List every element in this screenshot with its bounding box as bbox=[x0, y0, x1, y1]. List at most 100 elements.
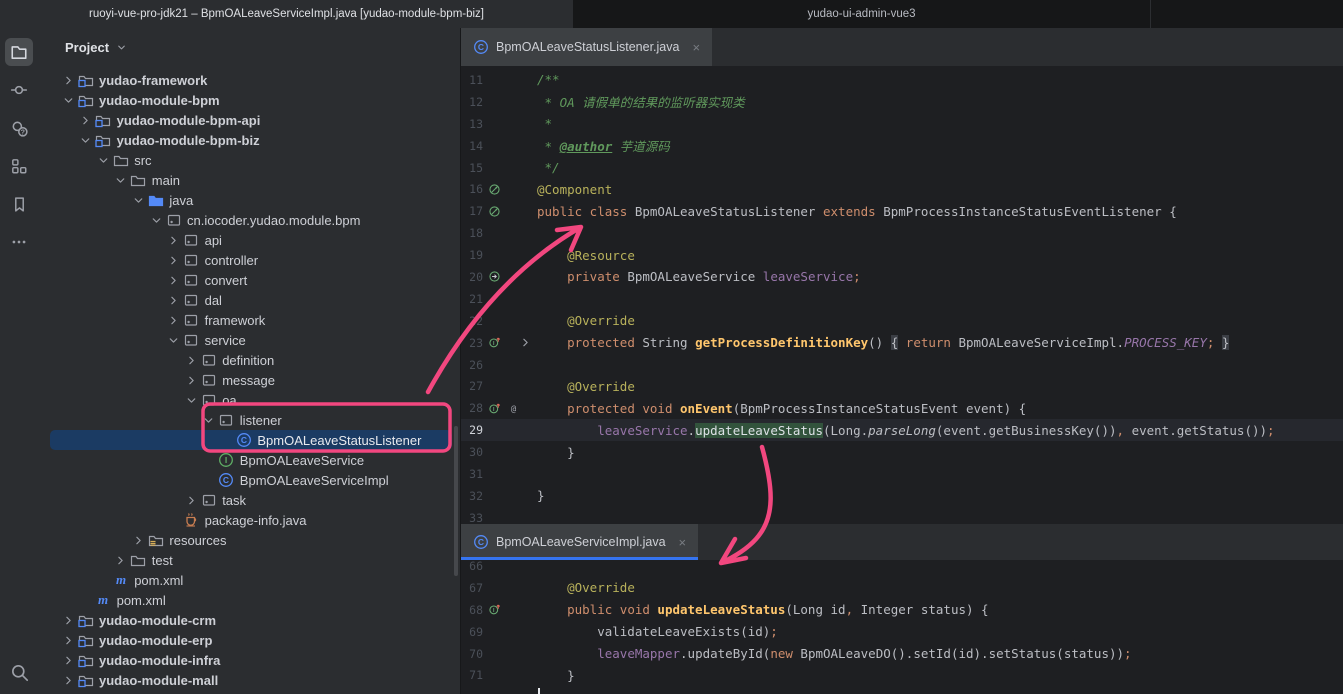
chevron-down-icon[interactable] bbox=[94, 154, 112, 167]
code-line-33: 33 bbox=[461, 507, 1343, 524]
tree-item-label: main bbox=[152, 173, 180, 188]
close-icon[interactable]: × bbox=[679, 535, 687, 550]
tree-item-message[interactable]: message bbox=[38, 370, 460, 390]
tree-item-pom.xml[interactable]: mpom.xml bbox=[38, 570, 460, 590]
chevron-right-icon[interactable] bbox=[59, 614, 77, 627]
chevron-right-icon[interactable] bbox=[182, 374, 200, 387]
code-line-13: 13 * bbox=[461, 113, 1343, 135]
tree-item-BpmOALeaveService[interactable]: IBpmOALeaveService bbox=[38, 450, 460, 470]
window-tab-project-2[interactable]: yudao-ui-admin-vue3 bbox=[573, 0, 1151, 28]
tree-item-service[interactable]: service bbox=[38, 330, 460, 350]
chevron-down-icon[interactable] bbox=[59, 94, 77, 107]
tree-item-yudao-module-bpm[interactable]: yudao-module-bpm bbox=[38, 90, 460, 110]
editor-tab-BpmOALeaveStatusListener.java[interactable]: CBpmOALeaveStatusListener.java× bbox=[461, 28, 712, 66]
chevron-right-icon[interactable] bbox=[182, 494, 200, 507]
tree-item-yudao-module-erp[interactable]: yudao-module-erp bbox=[38, 630, 460, 650]
tree-item-label: dal bbox=[205, 293, 222, 308]
code-line-17: 17public class BpmOALeaveStatusListener … bbox=[461, 200, 1343, 222]
tree-item-BpmOALeaveStatusListener[interactable]: CBpmOALeaveStatusListener bbox=[38, 430, 460, 450]
tree-item-src[interactable]: src bbox=[38, 150, 460, 170]
tree-item-controller[interactable]: controller bbox=[38, 250, 460, 270]
chevron-down-icon[interactable] bbox=[112, 174, 130, 187]
line-number: 16 bbox=[461, 182, 483, 196]
tree-item-yudao-module-infra[interactable]: yudao-module-infra bbox=[38, 650, 460, 670]
line-number: 31 bbox=[461, 467, 483, 481]
override-gutter-icon[interactable]: I bbox=[488, 603, 502, 616]
tree-item-BpmOALeaveServiceImpl[interactable]: CBpmOALeaveServiceImpl bbox=[38, 470, 460, 490]
chevron-right-icon[interactable] bbox=[59, 74, 77, 87]
tree-item-label: yudao-framework bbox=[99, 73, 207, 88]
project-tree: yudao-frameworkyudao-module-bpmyudao-mod… bbox=[38, 66, 460, 694]
more-tool-windows-icon[interactable] bbox=[5, 228, 33, 256]
chevron-right-icon[interactable] bbox=[112, 554, 130, 567]
tree-item-resources[interactable]: resources bbox=[38, 530, 460, 550]
tree-item-yudao-module-mall[interactable]: yudao-module-mall bbox=[38, 670, 460, 690]
chevron-right-icon[interactable] bbox=[129, 534, 147, 547]
code-text: } bbox=[537, 488, 545, 503]
tree-item-pom.xml[interactable]: mpom.xml bbox=[38, 590, 460, 610]
chevron-down-icon[interactable] bbox=[200, 414, 218, 427]
tree-item-yudao-module-bpm-biz[interactable]: yudao-module-bpm-biz bbox=[38, 130, 460, 150]
tree-item-label: yudao-module-crm bbox=[99, 613, 216, 628]
code-line-14: 14 * @author 芋道源码 bbox=[461, 135, 1343, 157]
tree-item-listener[interactable]: listener bbox=[38, 410, 460, 430]
tree-item-framework[interactable]: framework bbox=[38, 310, 460, 330]
chevron-down-icon[interactable] bbox=[182, 394, 200, 407]
commit-icon[interactable] bbox=[5, 76, 33, 104]
chevron-right-icon[interactable] bbox=[165, 274, 183, 287]
fold-chevron-icon[interactable] bbox=[519, 336, 532, 349]
chevron-right-icon[interactable] bbox=[59, 634, 77, 647]
chevron-right-icon[interactable] bbox=[165, 294, 183, 307]
at-gutter-icon[interactable]: @ bbox=[507, 402, 520, 415]
project-folder-icon[interactable] bbox=[5, 38, 33, 66]
tree-item-yudao-module-bpm-api[interactable]: yudao-module-bpm-api bbox=[38, 110, 460, 130]
search-icon[interactable] bbox=[5, 658, 33, 686]
tree-item-cn.iocoder.yudao.module.bpm[interactable]: cn.iocoder.yudao.module.bpm bbox=[38, 210, 460, 230]
close-icon[interactable]: × bbox=[692, 40, 700, 55]
tree-item[interactable] bbox=[38, 690, 460, 694]
bookmarks-icon[interactable] bbox=[5, 190, 33, 218]
autowired-gutter-icon[interactable] bbox=[488, 270, 501, 283]
tree-item-yudao-module-crm[interactable]: yudao-module-crm bbox=[38, 610, 460, 630]
chevron-right-icon[interactable] bbox=[165, 254, 183, 267]
chevron-down-icon[interactable] bbox=[77, 134, 95, 147]
override-gutter-icon[interactable]: I bbox=[488, 402, 502, 415]
override-gutter-icon[interactable]: I bbox=[488, 336, 502, 349]
tree-scrollbar-thumb[interactable] bbox=[454, 426, 458, 576]
chevron-right-icon[interactable] bbox=[182, 354, 200, 367]
svg-text:I: I bbox=[493, 341, 495, 347]
line-number: 26 bbox=[461, 358, 483, 372]
chevron-right-icon[interactable] bbox=[165, 314, 183, 327]
gutter: 20 bbox=[461, 266, 537, 288]
spring-gutter-icon[interactable] bbox=[488, 205, 501, 218]
chevron-down-icon[interactable] bbox=[165, 334, 183, 347]
tree-item-yudao-framework[interactable]: yudao-framework bbox=[38, 70, 460, 90]
tree-item-oa[interactable]: oa bbox=[38, 390, 460, 410]
title-bar-fill bbox=[1151, 0, 1343, 28]
tree-item-task[interactable]: task bbox=[38, 490, 460, 510]
tree-item-main[interactable]: main bbox=[38, 170, 460, 190]
chevron-down-icon[interactable] bbox=[129, 194, 147, 207]
structure-icon[interactable] bbox=[5, 152, 33, 180]
tree-item-java[interactable]: java bbox=[38, 190, 460, 210]
tree-item-definition[interactable]: definition bbox=[38, 350, 460, 370]
spring-gutter-icon[interactable] bbox=[488, 183, 501, 196]
tree-item-dal[interactable]: dal bbox=[38, 290, 460, 310]
tree-item-test[interactable]: test bbox=[38, 550, 460, 570]
chevron-right-icon[interactable] bbox=[59, 674, 77, 687]
chevron-right-icon[interactable] bbox=[59, 654, 77, 667]
tree-item-api[interactable]: api bbox=[38, 230, 460, 250]
line-number: 13 bbox=[461, 117, 483, 131]
editor-tab-BpmOALeaveServiceImpl.java[interactable]: CBpmOALeaveServiceImpl.java× bbox=[461, 524, 698, 560]
chevron-down-icon[interactable] bbox=[147, 214, 165, 227]
tree-item-convert[interactable]: convert bbox=[38, 270, 460, 290]
window-tab-project-1[interactable]: ruoyi-vue-pro-jdk21 – BpmOALeaveServiceI… bbox=[0, 0, 573, 28]
pull-requests-icon[interactable]: ? bbox=[5, 114, 33, 142]
tree-item-package-info.java[interactable]: package-info.java bbox=[38, 510, 460, 530]
code-text: * bbox=[537, 116, 552, 131]
project-panel-header[interactable]: Project bbox=[38, 28, 460, 66]
chevron-right-icon[interactable] bbox=[77, 114, 95, 127]
chevron-right-icon[interactable] bbox=[165, 234, 183, 247]
class-icon: C bbox=[218, 472, 235, 488]
code-text: @Resource bbox=[537, 248, 635, 263]
